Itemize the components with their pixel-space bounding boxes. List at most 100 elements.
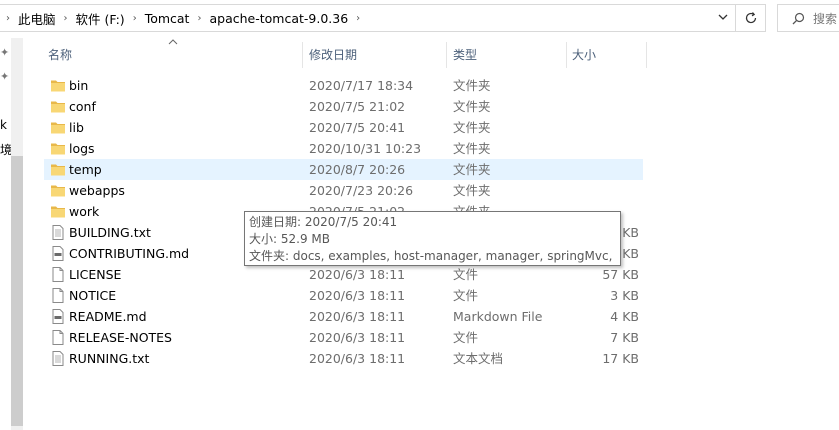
file-size: 3 KB [610, 288, 639, 303]
file-name: temp [69, 162, 102, 177]
column-divider[interactable] [302, 42, 303, 68]
file-type: 文件 [453, 288, 479, 303]
file-modified-date: 2020/6/3 18:11 [309, 330, 406, 345]
folder-row[interactable]: conf 2020/7/5 21:02 文件夹 [44, 96, 643, 117]
file-name: README.md [69, 309, 147, 324]
nav-scrollbar-thumb[interactable] [11, 156, 23, 426]
file-name: CONTRIBUTING.md [69, 246, 190, 261]
file-type: 文件夹 [453, 183, 491, 198]
folder-icon [50, 99, 66, 114]
search-placeholder: 搜索 [813, 11, 838, 26]
file-type: 文本文档 [453, 351, 504, 366]
text-file-icon [50, 351, 66, 366]
file-row[interactable]: RUNNING.txt 2020/6/3 18:11 文本文档 17 KB [44, 348, 643, 369]
file-name: conf [69, 99, 96, 114]
file-modified-date: 2020/7/5 20:41 [309, 120, 406, 135]
file-type: 文件 [453, 330, 479, 345]
file-modified-date: 2020/6/3 18:11 [309, 309, 406, 324]
folder-row[interactable]: lib 2020/7/5 20:41 文件夹 [44, 117, 643, 138]
refresh-button[interactable] [736, 4, 766, 32]
file-name: webapps [69, 183, 125, 198]
column-header-date[interactable]: 修改日期 [309, 38, 439, 70]
file-row[interactable]: RELEASE-NOTES 2020/6/3 18:11 文件 7 KB [44, 327, 643, 348]
file-modified-date: 2020/8/7 20:26 [309, 162, 406, 177]
chevron-right-icon: › [356, 12, 361, 24]
folder-icon [50, 120, 66, 135]
file-size: 57 KB [602, 267, 639, 282]
toolbar: › 此电脑 › 软件 (F:) › Tomcat › apache-tomcat… [0, 0, 839, 38]
folder-icon [50, 162, 66, 177]
file-name: LICENSE [69, 267, 122, 282]
file-name: RUNNING.txt [69, 351, 150, 366]
breadcrumb-drive-f[interactable]: 软件 (F:) [76, 9, 125, 28]
tooltip-contents: 文件夹: docs, examples, host-manager, manag… [249, 249, 616, 263]
file-name: RELEASE-NOTES [69, 330, 172, 345]
file-modified-date: 2020/7/5 21:02 [309, 99, 406, 114]
folder-row[interactable]: webapps 2020/7/23 20:26 文件夹 [44, 180, 643, 201]
file-type: 文件夹 [453, 141, 491, 156]
column-header-name[interactable]: 名称 [48, 38, 298, 70]
column-divider[interactable] [566, 42, 567, 68]
column-divider[interactable] [646, 42, 647, 68]
nav-item-label[interactable]: k [0, 118, 7, 132]
pin-icon: ✦ [0, 70, 10, 83]
chevron-down-icon[interactable] [717, 11, 729, 26]
file-modified-date: 2020/7/17 18:34 [309, 78, 414, 93]
folder-row[interactable]: bin 2020/7/17 18:34 文件夹 [44, 75, 643, 96]
file-row[interactable]: NOTICE 2020/6/3 18:11 文件 3 KB [44, 285, 643, 306]
text-file-icon [50, 225, 66, 240]
file-modified-date: 2020/6/3 18:11 [309, 267, 406, 282]
navigation-pane[interactable]: ✦ ✦ k 境 [0, 38, 23, 430]
file-type: Markdown File [453, 309, 543, 324]
file-modified-date: 2020/7/23 20:26 [309, 183, 414, 198]
refresh-icon [745, 12, 756, 24]
folder-row[interactable]: logs 2020/10/31 10:23 文件夹 [44, 138, 643, 159]
file-name: work [69, 204, 100, 219]
file-modified-date: 2020/6/3 18:11 [309, 288, 406, 303]
file-name: logs [69, 141, 95, 156]
file-size: 17 KB [602, 351, 639, 366]
nav-scrollbar[interactable] [11, 38, 23, 430]
folder-icon [50, 78, 66, 93]
folder-icon [50, 183, 66, 198]
file-name: bin [69, 78, 89, 93]
file-size: 7 KB [610, 330, 639, 345]
chevron-right-icon: › [197, 12, 202, 24]
breadcrumb-apache-tomcat[interactable]: apache-tomcat-9.0.36 [209, 11, 348, 26]
file-name: BUILDING.txt [69, 225, 151, 240]
file-name: lib [69, 120, 84, 135]
breadcrumb-tomcat[interactable]: Tomcat [145, 11, 190, 26]
column-divider[interactable] [446, 42, 447, 68]
blank-file-icon [50, 267, 66, 282]
file-row[interactable]: LICENSE 2020/6/3 18:11 文件 57 KB [44, 264, 643, 285]
chevron-right-icon: › [63, 12, 68, 24]
file-row[interactable]: README.md 2020/6/3 18:11 Markdown File 4 KB [44, 306, 643, 327]
file-size: 4 KB [610, 309, 639, 324]
search-icon [792, 12, 805, 24]
file-modified-date: 2020/10/31 10:23 [309, 141, 422, 156]
column-header-size[interactable]: 大小 [572, 38, 642, 70]
chevron-right-icon: › [6, 12, 10, 24]
tooltip-created: 创建日期: 2020/7/5 20:41 [249, 215, 398, 229]
folder-row[interactable]: temp 2020/8/7 20:26 文件夹 [44, 159, 643, 180]
file-type: 文件夹 [453, 78, 491, 93]
pin-icon: ✦ [0, 46, 10, 59]
markdown-file-icon [50, 309, 66, 324]
file-type: 文件夹 [453, 99, 491, 114]
search-box[interactable]: 搜索 [777, 4, 839, 32]
file-type: 文件夹 [453, 162, 491, 177]
column-header-type[interactable]: 类型 [453, 38, 561, 70]
folder-info-tooltip: 创建日期: 2020/7/5 20:41 大小: 52.9 MB 文件夹: do… [244, 211, 621, 266]
file-modified-date: 2020/6/3 18:11 [309, 351, 406, 366]
file-type: 文件 [453, 267, 479, 282]
blank-file-icon [50, 288, 66, 303]
file-name: NOTICE [69, 288, 117, 303]
address-bar[interactable]: › 此电脑 › 软件 (F:) › Tomcat › apache-tomcat… [0, 4, 736, 32]
chevron-right-icon: › [132, 12, 137, 24]
tooltip-size: 大小: 52.9 MB [249, 232, 330, 246]
breadcrumb-this-pc[interactable]: 此电脑 [18, 9, 56, 28]
file-type: 文件夹 [453, 120, 491, 135]
markdown-file-icon [50, 246, 66, 261]
folder-icon [50, 204, 66, 219]
folder-icon [50, 141, 66, 156]
